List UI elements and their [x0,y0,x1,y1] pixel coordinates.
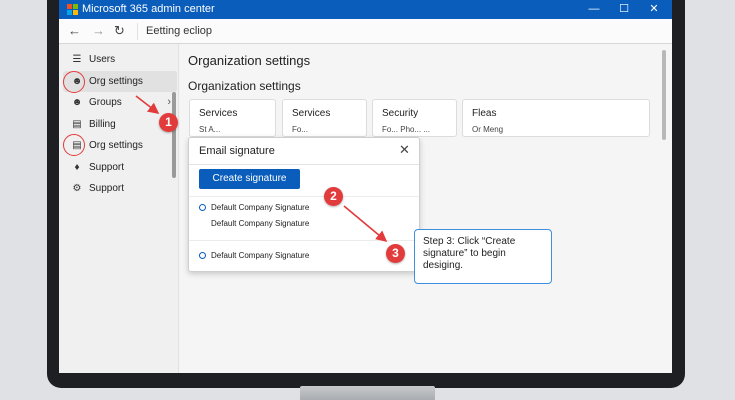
sidebar-scrollbar[interactable] [172,92,176,178]
card-subtitle: Fo... [292,125,309,134]
card-services-2[interactable]: Services Fo... [282,99,367,137]
settings-icon: ⚙ [72,183,82,194]
sidebar-item-groups[interactable]: ☻ Groups › [63,92,177,113]
sidebar-item-support[interactable]: ♦ Support [63,157,177,178]
close-window-button[interactable]: ✕ [639,2,669,17]
signature-icon [199,252,206,259]
divider [189,240,419,241]
divider [189,196,419,197]
sidebar-item-users[interactable]: ☰ Users [63,49,177,70]
create-signature-button[interactable]: Create signature [199,169,300,189]
card-services[interactable]: Services St A... [189,99,276,137]
card-title: Services [292,108,331,119]
support-icon: ♦ [74,162,80,173]
microsoft-logo-icon [67,4,78,15]
maximize-button[interactable]: ☐ [609,2,639,17]
signature-item[interactable]: Default Company Signature [199,203,309,212]
signature-icon [199,204,206,211]
sidebar-item-label: Org settings [89,76,143,87]
person-icon: ☻ [71,97,83,108]
close-icon[interactable]: ✕ [399,142,410,158]
refresh-icon[interactable]: ↻ [114,23,125,39]
window-title: Microsoft 365 admin center [82,3,215,15]
sidebar-item-label: Users [89,54,116,65]
navigation-bar: ← → ↻ Eetting ecliop [59,19,672,44]
card-fleas[interactable]: Fleas Or Meng [462,99,650,137]
section-title: Organization settings [188,79,301,93]
minimize-button[interactable]: — [579,2,609,17]
main-scrollbar[interactable] [662,50,666,140]
card-subtitle: Or Meng [472,125,504,134]
step-badge-2: 2 [324,187,343,206]
highlight-ring [63,71,85,93]
card-subtitle: St A... [199,125,221,134]
sidebar: ☰ Users ☻ Org settings ☻ Groups › ▤ Bill… [59,44,179,373]
list-icon: ☰ [72,54,82,65]
sidebar-item-label: Support [89,183,125,194]
monitor-stand [300,386,435,400]
card-title: Services [199,108,238,119]
forward-arrow-icon[interactable]: → [92,23,105,39]
sidebar-item-support-2[interactable]: ⚙ Support [63,178,177,199]
signature-item[interactable]: Default Company Signature [211,219,309,228]
billing-icon: ▤ [72,119,82,130]
title-bar: Microsoft 365 admin center — ☐ ✕ [59,0,672,19]
step-badge-1: 1 [159,113,178,132]
step-callout: Step 3: Click “Create signature” to begi… [414,229,552,284]
step-badge-3: 3 [386,244,405,263]
chevron-right-icon: › [167,96,171,108]
signature-item[interactable]: Default Company Signature [199,251,309,260]
card-title: Security [382,108,419,119]
card-subtitle: Fo... Pho... ... [382,125,431,134]
back-arrow-icon[interactable]: ← [68,23,81,39]
highlight-ring [63,134,85,156]
sidebar-item-label: Billing [89,119,116,130]
address-bar[interactable]: Eetting ecliop [137,23,671,40]
signature-label: Default Company Signature [211,251,310,260]
signature-label: Default Company Signature [211,203,310,212]
page-title: Organization settings [188,53,311,68]
signature-label: Default Company Signature [211,219,310,228]
dialog-title: Email signature [199,145,275,157]
divider [189,164,419,165]
sidebar-item-label: Org settings [89,140,143,151]
card-title: Fleas [472,108,497,119]
sidebar-item-label: Support [89,162,125,173]
card-security[interactable]: Security Fo... Pho... ... [372,99,457,137]
sidebar-item-label: Groups [89,97,122,108]
